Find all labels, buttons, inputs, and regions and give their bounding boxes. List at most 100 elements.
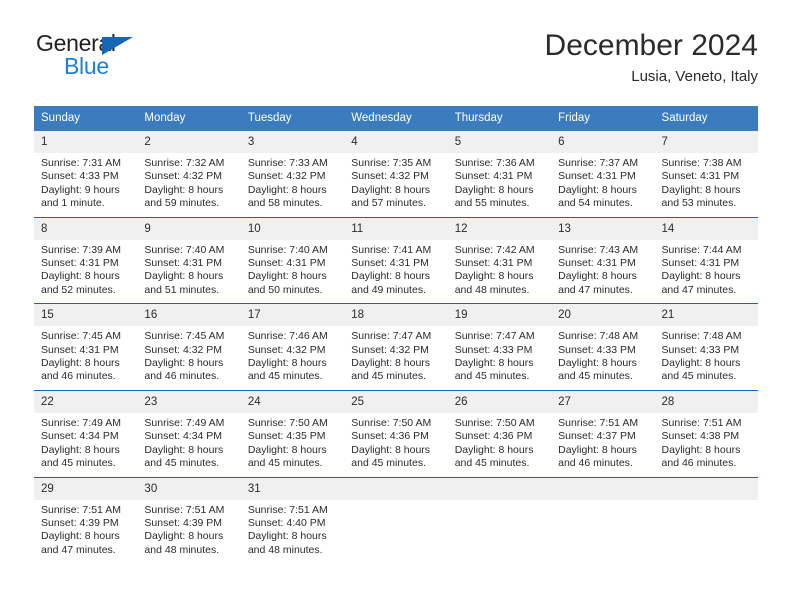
day-cell[interactable]: 19 Sunrise: 7:47 AM Sunset: 4:33 PM Dayl… — [447, 303, 552, 391]
sunset-text: Sunset: 4:39 PM — [144, 516, 223, 529]
day-cell[interactable]: 3 Sunrise: 7:33 AM Sunset: 4:32 PM Dayli… — [240, 131, 345, 217]
day-number: 24 — [240, 390, 345, 413]
day-cell[interactable]: 12 Sunrise: 7:42 AM Sunset: 4:31 PM Dayl… — [447, 216, 552, 304]
day-cell[interactable]: 2 Sunrise: 7:32 AM Sunset: 4:32 PM Dayli… — [137, 131, 241, 217]
sunset-text: Sunset: 4:31 PM — [41, 343, 119, 356]
day-cell[interactable]: 26 Sunrise: 7:50 AM Sunset: 4:36 PM Dayl… — [447, 389, 552, 477]
day-cell[interactable]: 18 Sunrise: 7:47 AM Sunset: 4:32 PM Dayl… — [344, 303, 448, 391]
weekday-header-row: Sunday Monday Tuesday Wednesday Thursday… — [34, 106, 758, 131]
day-cell[interactable]: 11 Sunrise: 7:41 AM Sunset: 4:31 PM Dayl… — [344, 216, 448, 304]
sunset-text: Sunset: 4:32 PM — [351, 343, 429, 356]
week-row: 29 Sunrise: 7:51 AM Sunset: 4:39 PM Dayl… — [34, 476, 758, 564]
day-cell[interactable]: 15 Sunrise: 7:45 AM Sunset: 4:31 PM Dayl… — [34, 303, 138, 391]
brand-name-blue: Blue — [64, 53, 109, 79]
day-info: Sunrise: 7:50 AM Sunset: 4:35 PM Dayligh… — [241, 413, 344, 477]
day-cell[interactable]: 24 Sunrise: 7:50 AM Sunset: 4:35 PM Dayl… — [240, 389, 345, 477]
sunrise-text: Sunrise: 7:50 AM — [351, 416, 432, 429]
day-number — [344, 477, 448, 500]
day-number: 11 — [344, 217, 448, 240]
sunset-text: Sunset: 4:32 PM — [247, 343, 326, 356]
day-cell[interactable]: 10 Sunrise: 7:40 AM Sunset: 4:31 PM Dayl… — [240, 216, 345, 304]
day-info: Sunrise: 7:40 AM Sunset: 4:31 PM Dayligh… — [241, 240, 344, 304]
day-number: 17 — [240, 304, 345, 327]
day-number: 18 — [344, 304, 448, 327]
sunrise-text: Sunrise: 7:45 AM — [144, 330, 225, 343]
daylight-text-line2: and 45 minutes. — [247, 457, 323, 470]
daylight-text-line2: and 45 minutes. — [144, 457, 220, 470]
day-info: Sunrise: 7:51 AM Sunset: 4:40 PM Dayligh… — [241, 500, 344, 564]
sunset-text: Sunset: 4:31 PM — [351, 257, 429, 270]
daylight-text-line2: and 50 minutes. — [247, 283, 323, 296]
daylight-text-line1: Daylight: 8 hours — [558, 183, 637, 196]
day-cell[interactable]: 7 Sunrise: 7:38 AM Sunset: 4:31 PM Dayli… — [654, 131, 758, 217]
day-cell[interactable]: 20 Sunrise: 7:48 AM Sunset: 4:33 PM Dayl… — [551, 303, 655, 391]
daylight-text-line1: Daylight: 8 hours — [247, 443, 327, 456]
day-cell[interactable]: 4 Sunrise: 7:35 AM Sunset: 4:32 PM Dayli… — [344, 131, 448, 217]
daylight-text-line1: Daylight: 8 hours — [454, 443, 534, 456]
sunset-text: Sunset: 4:40 PM — [247, 516, 326, 529]
day-number — [551, 477, 655, 500]
day-info: Sunrise: 7:37 AM Sunset: 4:31 PM Dayligh… — [551, 153, 654, 217]
day-cell[interactable]: 29 Sunrise: 7:51 AM Sunset: 4:39 PM Dayl… — [34, 476, 138, 564]
sunrise-text: Sunrise: 7:31 AM — [41, 157, 121, 169]
day-cell[interactable]: 13 Sunrise: 7:43 AM Sunset: 4:31 PM Dayl… — [551, 216, 655, 304]
sunset-text: Sunset: 4:39 PM — [41, 516, 119, 529]
sunrise-text: Sunrise: 7:48 AM — [558, 330, 639, 343]
daylight-text-line2: and 45 minutes. — [351, 457, 426, 470]
day-cell-empty — [551, 476, 655, 564]
day-number: 3 — [240, 131, 345, 153]
sunset-text: Sunset: 4:34 PM — [144, 430, 223, 443]
sunset-text: Sunset: 4:31 PM — [661, 257, 740, 270]
day-cell[interactable]: 27 Sunrise: 7:51 AM Sunset: 4:37 PM Dayl… — [551, 389, 655, 477]
day-cell[interactable]: 25 Sunrise: 7:50 AM Sunset: 4:36 PM Dayl… — [344, 389, 448, 477]
sunrise-text: Sunrise: 7:39 AM — [41, 243, 121, 256]
day-cell[interactable]: 6 Sunrise: 7:37 AM Sunset: 4:31 PM Dayli… — [551, 131, 655, 217]
daylight-text-line1: Daylight: 8 hours — [351, 443, 431, 456]
day-info: Sunrise: 7:51 AM Sunset: 4:38 PM Dayligh… — [655, 413, 758, 477]
day-info: Sunrise: 7:51 AM Sunset: 4:37 PM Dayligh… — [551, 413, 654, 477]
day-info: Sunrise: 7:36 AM Sunset: 4:31 PM Dayligh… — [448, 153, 551, 217]
day-number: 25 — [344, 390, 448, 413]
day-number: 7 — [654, 131, 758, 153]
page-header: General Blue December 2024 Lusia, Veneto… — [34, 28, 758, 94]
day-cell[interactable]: 23 Sunrise: 7:49 AM Sunset: 4:34 PM Dayl… — [137, 389, 241, 477]
sunset-text: Sunset: 4:36 PM — [454, 430, 533, 443]
day-cell[interactable]: 31 Sunrise: 7:51 AM Sunset: 4:40 PM Dayl… — [240, 476, 345, 564]
daylight-text-line2: and 55 minutes. — [454, 197, 530, 210]
sunset-text: Sunset: 4:36 PM — [351, 430, 429, 443]
day-number: 2 — [137, 131, 241, 153]
sunset-text: Sunset: 4:35 PM — [247, 430, 326, 443]
weekday-header-sunday: Sunday — [34, 106, 138, 131]
day-number: 20 — [551, 304, 655, 327]
day-cell[interactable]: 21 Sunrise: 7:48 AM Sunset: 4:33 PM Dayl… — [654, 303, 758, 391]
daylight-text-line1: Daylight: 8 hours — [558, 357, 637, 370]
daylight-text-line1: Daylight: 8 hours — [247, 270, 327, 283]
day-cell[interactable]: 16 Sunrise: 7:45 AM Sunset: 4:32 PM Dayl… — [137, 303, 241, 391]
day-cell[interactable]: 30 Sunrise: 7:51 AM Sunset: 4:39 PM Dayl… — [137, 476, 241, 564]
sunset-text: Sunset: 4:33 PM — [558, 343, 636, 356]
day-number: 13 — [551, 217, 655, 240]
day-number: 14 — [654, 217, 758, 240]
daylight-text-line1: Daylight: 8 hours — [351, 357, 431, 370]
sunrise-text: Sunrise: 7:45 AM — [41, 330, 121, 343]
day-cell[interactable]: 8 Sunrise: 7:39 AM Sunset: 4:31 PM Dayli… — [34, 216, 138, 304]
daylight-text-line2: and 53 minutes. — [661, 197, 737, 210]
day-cell[interactable]: 28 Sunrise: 7:51 AM Sunset: 4:38 PM Dayl… — [654, 389, 758, 477]
sunset-text: Sunset: 4:34 PM — [41, 430, 119, 443]
day-cell[interactable]: 14 Sunrise: 7:44 AM Sunset: 4:31 PM Dayl… — [654, 216, 758, 304]
day-info: Sunrise: 7:40 AM Sunset: 4:31 PM Dayligh… — [137, 240, 240, 304]
sunrise-text: Sunrise: 7:33 AM — [247, 157, 328, 169]
sunset-text: Sunset: 4:31 PM — [247, 257, 326, 270]
day-info: Sunrise: 7:48 AM Sunset: 4:33 PM Dayligh… — [551, 326, 654, 390]
sunrise-text: Sunrise: 7:51 AM — [661, 416, 742, 429]
calendar-body: 1 Sunrise: 7:31 AM Sunset: 4:33 PM Dayli… — [34, 131, 758, 564]
daylight-text-line2: and 1 minute. — [41, 197, 105, 210]
daylight-text-line1: Daylight: 8 hours — [351, 183, 431, 196]
day-cell[interactable]: 17 Sunrise: 7:46 AM Sunset: 4:32 PM Dayl… — [240, 303, 345, 391]
day-cell[interactable]: 9 Sunrise: 7:40 AM Sunset: 4:31 PM Dayli… — [137, 216, 241, 304]
day-cell[interactable]: 1 Sunrise: 7:31 AM Sunset: 4:33 PM Dayli… — [34, 131, 138, 217]
day-cell[interactable]: 5 Sunrise: 7:36 AM Sunset: 4:31 PM Dayli… — [447, 131, 552, 217]
day-cell[interactable]: 22 Sunrise: 7:49 AM Sunset: 4:34 PM Dayl… — [34, 389, 138, 477]
daylight-text-line2: and 47 minutes. — [558, 283, 633, 296]
brand-logo[interactable]: General Blue — [34, 28, 214, 86]
